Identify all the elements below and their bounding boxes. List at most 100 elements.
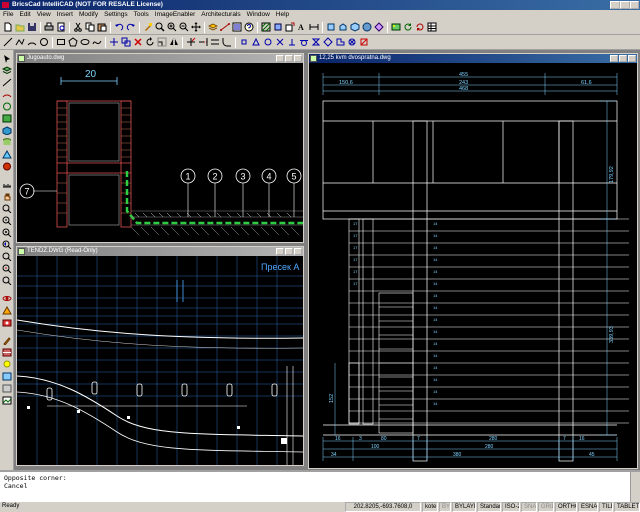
- snap-nearest-icon[interactable]: [311, 37, 321, 47]
- stair-minimize-button[interactable]: [610, 55, 618, 62]
- menu-modify[interactable]: Modify: [76, 10, 101, 20]
- zoom-realtime-icon[interactable]: [2, 204, 12, 213]
- status-tile-toggle[interactable]: TILE: [599, 502, 613, 512]
- status-color[interactable]: BYLAYER: [439, 502, 451, 512]
- snap-intersection-icon[interactable]: [275, 37, 285, 47]
- sphere-icon[interactable]: [2, 162, 12, 171]
- copy-icon[interactable]: [85, 22, 95, 32]
- draw-line-icon[interactable]: [2, 78, 12, 87]
- layer-icon[interactable]: [208, 22, 218, 32]
- trim-icon[interactable]: [186, 37, 196, 47]
- snap-insertion-icon[interactable]: [335, 37, 345, 47]
- rectangle-icon[interactable]: [56, 37, 66, 47]
- draw-circle-icon[interactable]: [2, 102, 12, 111]
- undo-icon[interactable]: [114, 22, 124, 32]
- offset-icon[interactable]: [210, 37, 220, 47]
- menu-architecturals[interactable]: Architecturals: [198, 10, 243, 20]
- status-snap-toggle[interactable]: SNAP: [521, 502, 537, 512]
- draw-3d-icon[interactable]: [2, 126, 12, 135]
- tendz-drawing-window[interactable]: TENDZ.DWG (Read-Only) Пресек А: [16, 246, 304, 466]
- erase-icon[interactable]: [133, 37, 143, 47]
- stair-canvas[interactable]: 150,6 455 243 61,6 468 171717171717 1414…: [309, 63, 637, 468]
- properties-icon[interactable]: [232, 22, 242, 32]
- menu-settings[interactable]: Settings: [101, 10, 131, 20]
- zoom-out-icon[interactable]: [179, 22, 189, 32]
- hatch-icon[interactable]: [261, 22, 271, 32]
- select-icon[interactable]: [2, 54, 12, 63]
- polyline-icon[interactable]: [15, 37, 25, 47]
- zoom-scale-icon[interactable]: [2, 252, 12, 261]
- cone-icon[interactable]: [2, 150, 12, 159]
- zoom-center-icon[interactable]: [2, 264, 12, 273]
- distance-icon[interactable]: [220, 22, 230, 32]
- tendz-canvas[interactable]: Пресек А: [17, 256, 303, 465]
- jugoauto-window-title[interactable]: Jugoauto.dwg: [17, 54, 303, 63]
- print-icon[interactable]: [44, 22, 54, 32]
- fillet-icon[interactable]: [222, 37, 232, 47]
- tendz-minimize-button[interactable]: [276, 248, 284, 255]
- jugoauto-canvas[interactable]: 20 1 2 3 4 5 7: [17, 63, 303, 242]
- orbit-icon[interactable]: [2, 294, 12, 303]
- light-icon[interactable]: [2, 360, 12, 369]
- print-preview-icon[interactable]: [56, 22, 66, 32]
- menu-tools[interactable]: Tools: [131, 10, 152, 20]
- cut-icon[interactable]: [73, 22, 83, 32]
- materials-icon[interactable]: [2, 348, 12, 357]
- view-iso-icon[interactable]: [350, 22, 360, 32]
- rotate-icon[interactable]: [145, 37, 155, 47]
- zoom-previous-icon[interactable]: [2, 240, 12, 249]
- status-layer[interactable]: kote: [422, 502, 438, 512]
- paint-icon[interactable]: [2, 336, 12, 345]
- app-icon[interactable]: [2, 2, 9, 8]
- status-textstyle[interactable]: Standard: [477, 502, 501, 512]
- status-dimstyle[interactable]: ISO-25: [502, 502, 520, 512]
- table-icon[interactable]: [427, 22, 437, 32]
- snap-center-icon[interactable]: [263, 37, 273, 47]
- paste-icon[interactable]: [97, 22, 107, 32]
- menu-file[interactable]: File: [0, 10, 16, 20]
- zoom-extents-icon[interactable]: [2, 216, 12, 225]
- text-icon[interactable]: A: [297, 22, 307, 32]
- hand-pan-icon[interactable]: [2, 192, 12, 201]
- jugoauto-drawing-window[interactable]: Jugoauto.dwg 20 1 2 3 4 5 7: [16, 53, 304, 243]
- menu-imageenabler[interactable]: ImageEnabler: [152, 10, 198, 20]
- menu-window[interactable]: Window: [244, 10, 273, 20]
- jugoauto-minimize-button[interactable]: [276, 55, 284, 62]
- measure-icon[interactable]: [2, 180, 12, 189]
- scene-icon[interactable]: [2, 396, 12, 405]
- menu-help[interactable]: Help: [273, 10, 292, 20]
- ellipse-icon[interactable]: [80, 37, 90, 47]
- image-icon[interactable]: [391, 22, 401, 32]
- status-ortho-toggle[interactable]: ORTHO: [555, 502, 577, 512]
- draw-box-icon[interactable]: [2, 114, 12, 123]
- dimension-icon[interactable]: [309, 22, 319, 32]
- new-file-icon[interactable]: [3, 22, 13, 32]
- status-linetype[interactable]: BYLAYER: [452, 502, 476, 512]
- redo-icon[interactable]: [126, 22, 136, 32]
- cylinder-icon[interactable]: [2, 138, 12, 147]
- menu-edit[interactable]: Edit: [16, 10, 33, 20]
- jugoauto-close-button[interactable]: [294, 55, 302, 62]
- view-top-icon[interactable]: [338, 22, 348, 32]
- save-icon[interactable]: [27, 22, 37, 32]
- jugoauto-maximize-button[interactable]: [285, 55, 293, 62]
- status-tablet-toggle[interactable]: TABLET: [614, 502, 640, 512]
- maximize-button[interactable]: [620, 1, 630, 9]
- spline-icon[interactable]: [92, 37, 102, 47]
- arc-icon[interactable]: [27, 37, 37, 47]
- snap-perpendicular-icon[interactable]: [287, 37, 297, 47]
- camera-icon[interactable]: [2, 318, 12, 327]
- background-icon[interactable]: [2, 372, 12, 381]
- status-esnap-toggle[interactable]: ESNAP: [578, 502, 598, 512]
- zoom-dynamic-icon[interactable]: [2, 276, 12, 285]
- regen-icon[interactable]: [415, 22, 425, 32]
- mirror-icon[interactable]: [169, 37, 179, 47]
- stair-maximize-button[interactable]: [619, 55, 627, 62]
- redraw-icon[interactable]: [403, 22, 413, 32]
- shade-icon[interactable]: [362, 22, 372, 32]
- snap-clear-icon[interactable]: [359, 37, 369, 47]
- line-icon[interactable]: [3, 37, 13, 47]
- copy-entity-icon[interactable]: [121, 37, 131, 47]
- snap-endpoint-icon[interactable]: [239, 37, 249, 47]
- polygon-icon[interactable]: [68, 37, 78, 47]
